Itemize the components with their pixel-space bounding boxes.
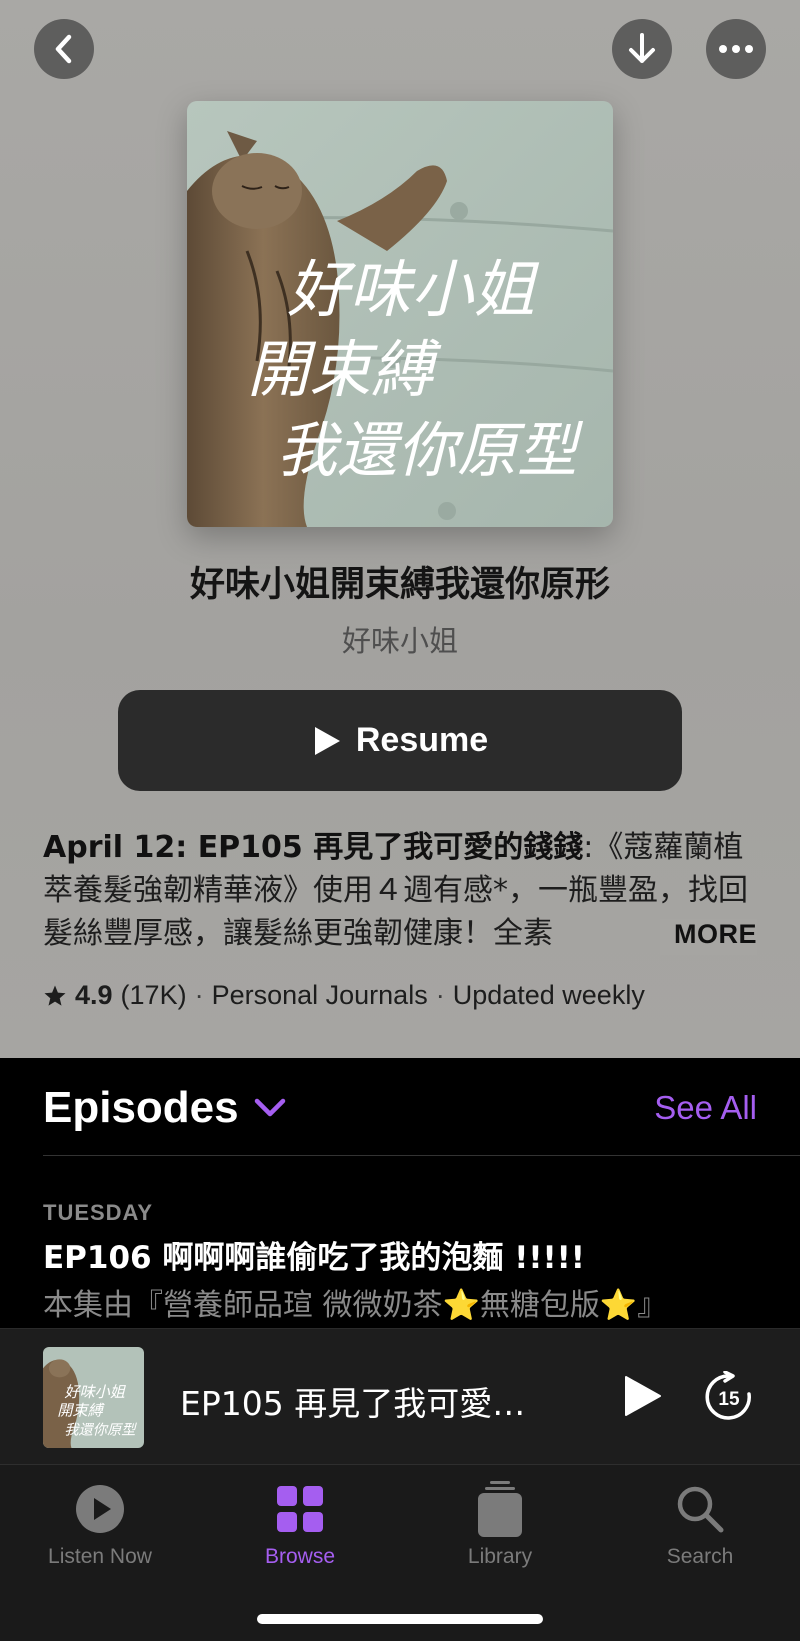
divider [43,1155,800,1156]
svg-text:好味小姐: 好味小姐 [64,1383,126,1401]
show-description: April 12: EP105 再見了我可愛的錢錢:《蔻蘿蘭植萃養髮強韌精華液》… [43,826,763,955]
tab-listen-now[interactable]: Listen Now [15,1479,185,1589]
star-icon [44,985,66,1006]
episode-title[interactable]: EP106 啊啊啊誰偷吃了我的泡麵 !!!!! [43,1232,585,1277]
play-icon [625,1376,661,1416]
svg-text:開束縛: 開束縛 [57,1402,105,1420]
ellipsis-icon [719,45,753,53]
podcast-artwork: 好味小姐 開束縛 我還你原型 [187,101,613,527]
meta-separator: · [194,980,204,1010]
mini-player-title[interactable]: EP105 再見了我可愛… [180,1377,525,1425]
svg-text:開束縛: 開束縛 [247,333,442,406]
tab-search[interactable]: Search [615,1479,785,1589]
back-button[interactable] [34,19,94,79]
tab-library[interactable]: Library [415,1479,585,1589]
episode-date: TUESDAY [43,1200,154,1225]
resume-label: Resume [355,721,489,759]
episodes-heading: Episodes [43,1083,239,1132]
mini-play-button[interactable] [620,1373,664,1424]
chevron-left-icon [55,34,72,64]
home-indicator [257,1614,543,1624]
mini-player[interactable]: 好味小姐 開束縛 我還你原型 EP105 再見了我可愛… 15 [0,1328,800,1464]
skip-forward-button[interactable]: 15 [703,1370,755,1428]
resume-button[interactable]: Resume [118,690,682,791]
tab-label: Listen Now [48,1545,152,1568]
chevron-down-icon [254,1098,285,1117]
tab-label: Library [467,1545,533,1568]
tab-browse[interactable]: Browse [215,1479,385,1589]
skip-forward-15-icon: 15 [705,1370,751,1420]
arrow-down-icon [629,33,655,63]
tab-label: Search [666,1545,734,1568]
mini-player-artwork: 好味小姐 開束縛 我還你原型 [43,1347,144,1448]
more-options-button[interactable] [706,19,766,79]
rating-count: (17K) [120,980,187,1010]
stack-icon [478,1481,522,1537]
episode-description: 本集由『營養師品瑄 微微奶茶⭐無糖包版⭐』 [43,1288,668,1323]
download-button[interactable] [612,19,672,79]
play-icon [314,726,340,755]
show-title: 好味小姐開束縛我還你原形 [189,565,610,605]
tab-label: Browse [264,1545,336,1568]
category-label[interactable]: Personal Journals [212,980,428,1011]
see-all-link[interactable]: See All [654,1089,757,1127]
svg-text:我還你原型: 我還你原型 [64,1423,137,1439]
grid-icon [277,1486,323,1532]
frequency-label: Updated weekly [452,980,645,1010]
svg-text:15: 15 [718,1389,740,1410]
rating-value: 4.9 [75,980,113,1010]
svg-text:好味小姐: 好味小姐 [287,253,540,326]
description-headline: April 12: EP105 再見了我可愛的錢錢 [43,830,584,865]
show-meta: 4.9 (17K) · Personal Journals · Updated … [43,980,645,1011]
more-button[interactable]: MORE [660,919,757,955]
episodes-header: Episodes See All [43,1078,757,1138]
search-icon [677,1486,724,1533]
show-author[interactable]: 好味小姐 [0,618,800,660]
meta-separator: · [435,980,445,1010]
episodes-filter[interactable]: Episodes [43,1083,287,1133]
svg-text:我還你原型: 我還你原型 [277,416,584,486]
play-circle-icon [76,1485,124,1533]
